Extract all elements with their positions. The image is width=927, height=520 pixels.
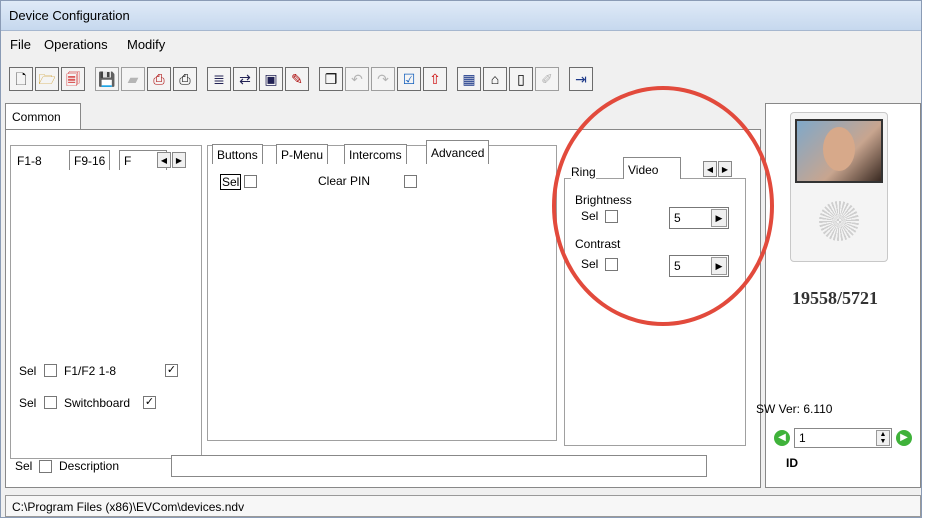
tab-p-menu[interactable]: P-Menu <box>276 144 329 164</box>
id-value: 1 <box>799 431 806 445</box>
advanced-panel: Buttons P-Menu Intercoms Advanced Sel Cl… <box>207 140 557 441</box>
tab-intercoms[interactable]: Intercoms <box>344 144 407 164</box>
face-photo-icon <box>823 127 855 171</box>
device-image <box>790 112 888 262</box>
import-icon[interactable]: ≣ <box>207 67 231 91</box>
id-label: ID <box>786 456 798 470</box>
title-bar: Device Configuration <box>1 1 921 31</box>
menu-modify[interactable]: Modify <box>127 37 165 52</box>
clear-pin-checkbox[interactable] <box>404 175 417 188</box>
sw-version: SW Ver: 6.110 <box>756 402 833 416</box>
speaker-grill-icon <box>819 201 859 241</box>
new-file-icon[interactable]: 🗋 <box>9 67 33 91</box>
sel-label: Sel <box>19 396 37 410</box>
toolbar: 🗋 🗁 🗐 💾 ▰ ⎙ ⎙ ≣ ⇄ ▣ ✎ ❐ ↶ ↷ ☑ ⇧ ▦ ⌂ ▯ ✐ … <box>5 61 817 97</box>
function-keys-panel: F1-8 F9-16 F ◀ ▶ Sel F1/F2 1-8 ✓ Sel Swi… <box>10 145 202 459</box>
spin-updown-icon[interactable]: ▲ ▼ <box>876 430 890 446</box>
tab-advanced[interactable]: Advanced <box>426 140 490 164</box>
arrow-right-icon[interactable]: ▶ <box>711 257 727 275</box>
video-panel: Ring Video ◀ ▶ Brightness Sel 5 ▶ Contra… <box>564 157 746 446</box>
sel-brightness-checkbox[interactable] <box>605 210 618 223</box>
brightness-selector[interactable]: 5 ▶ <box>669 207 729 229</box>
sel-label: Sel <box>581 209 599 223</box>
app-window: Device Configuration File Operations Mod… <box>0 0 922 518</box>
previous-device-icon[interactable]: ◀ <box>774 430 790 446</box>
tab-scroll-left-icon[interactable]: ◀ <box>703 161 717 177</box>
device-icon[interactable]: ▯ <box>509 67 533 91</box>
sel-switchboard-checkbox[interactable] <box>44 396 57 409</box>
common-content: F1-8 F9-16 F ◀ ▶ Sel F1/F2 1-8 ✓ Sel Swi… <box>5 129 761 488</box>
save-all-icon[interactable]: ▰ <box>121 67 145 91</box>
tab-scroll-right-icon[interactable]: ▶ <box>718 161 732 177</box>
export-icon[interactable]: ⇄ <box>233 67 257 91</box>
sel-label: Sel <box>581 257 599 271</box>
status-bar: C:\Program Files (x86)\EVCom\devices.ndv <box>5 495 921 517</box>
check-icon[interactable]: ☑ <box>397 67 421 91</box>
description-label: Description <box>59 459 120 473</box>
tab-f1-8[interactable]: F1-8 <box>17 154 42 168</box>
f1f2-checkbox[interactable]: ✓ <box>165 364 178 377</box>
contrast-selector[interactable]: 5 ▶ <box>669 255 729 277</box>
upload-icon[interactable]: ⇧ <box>423 67 447 91</box>
brightness-label: Brightness <box>575 193 632 207</box>
tools-icon[interactable]: ✐ <box>535 67 559 91</box>
print-icon[interactable]: ⎙ <box>173 67 197 91</box>
open-folder-icon[interactable]: 🗁 <box>35 67 59 91</box>
arrow-right-icon[interactable]: ▶ <box>711 209 727 227</box>
exit-icon[interactable]: ⇥ <box>569 67 593 91</box>
device-screen <box>795 119 883 183</box>
next-device-icon[interactable]: ▶ <box>896 430 912 446</box>
switchboard-checkbox[interactable]: ✓ <box>143 396 156 409</box>
status-file-path: C:\Program Files (x86)\EVCom\devices.ndv <box>12 500 245 514</box>
sel-f1f2-checkbox[interactable] <box>44 364 57 377</box>
switchboard-label: Switchboard <box>64 396 131 410</box>
tab-video[interactable]: Video <box>623 157 681 179</box>
f1f2-label: F1/F2 1-8 <box>64 364 117 378</box>
sel-description-checkbox[interactable] <box>39 460 52 473</box>
id-input[interactable]: 1 ▲ ▼ <box>794 428 892 448</box>
contrast-value: 5 <box>674 259 681 273</box>
menu-file[interactable]: File <box>10 37 31 52</box>
tab-common-label: Common <box>12 110 61 124</box>
tab-scroll-left-icon[interactable]: ◀ <box>157 152 171 168</box>
sel-contrast-checkbox[interactable] <box>605 258 618 271</box>
sel-clear-pin-checkbox[interactable] <box>244 175 257 188</box>
copy-icon[interactable]: ❐ <box>319 67 343 91</box>
menu-bar: File Operations Modify <box>1 32 921 56</box>
network-icon[interactable]: ⌂ <box>483 67 507 91</box>
sel-label: Sel <box>15 459 33 473</box>
window-title: Device Configuration <box>9 8 130 23</box>
keyboard-icon[interactable]: ▦ <box>457 67 481 91</box>
tab-ring[interactable]: Ring <box>571 165 596 179</box>
undo-icon[interactable]: ↶ <box>345 67 369 91</box>
print-preview-icon[interactable]: ⎙ <box>147 67 171 91</box>
sel-label: Sel <box>19 364 37 378</box>
tab-buttons[interactable]: Buttons <box>212 144 263 164</box>
save-icon[interactable]: 💾 <box>95 67 119 91</box>
tab-scroll-right-icon[interactable]: ▶ <box>172 152 186 168</box>
device-code: 19558/5721 <box>792 288 879 308</box>
description-input[interactable] <box>171 455 707 477</box>
tab-f9-16[interactable]: F9-16 <box>69 150 111 170</box>
tab-common[interactable]: Common <box>5 103 81 131</box>
contrast-label: Contrast <box>575 237 621 251</box>
brightness-value: 5 <box>674 211 681 225</box>
clear-pin-label: Clear PIN <box>318 174 371 188</box>
sel-label: Sel <box>220 174 242 190</box>
menu-operations[interactable]: Operations <box>44 37 108 52</box>
window-icon[interactable]: ▣ <box>259 67 283 91</box>
open-red-icon[interactable]: 🗐 <box>61 67 85 91</box>
device-panel: 19558/5721 SW Ver: 6.110 ◀ 1 ▲ ▼ ▶ ID <box>756 103 921 488</box>
edit-icon[interactable]: ✎ <box>285 67 309 91</box>
redo-icon[interactable]: ↷ <box>371 67 395 91</box>
